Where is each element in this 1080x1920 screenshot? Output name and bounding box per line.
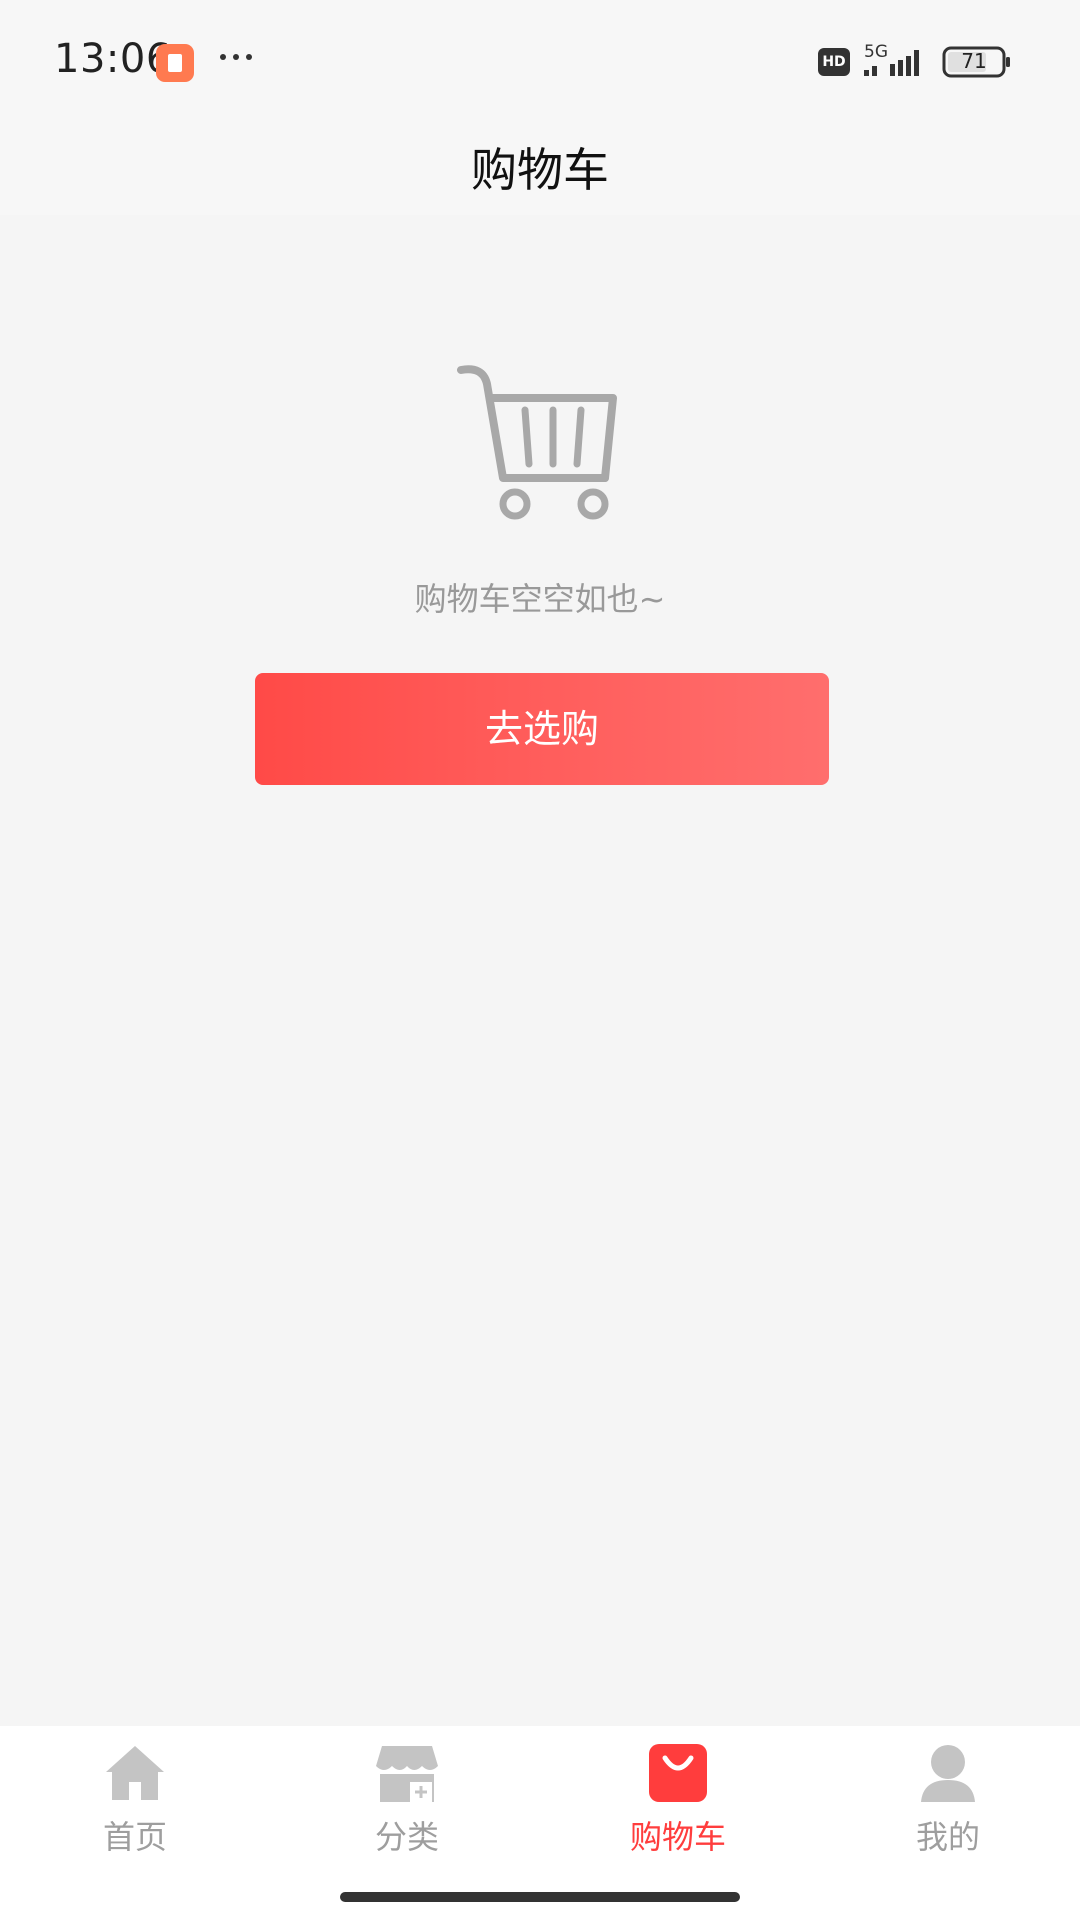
nav-item-profile[interactable]: 我的 [848,1742,1048,1892]
shopping-bag-icon [649,1744,707,1802]
nav-label-profile: 我的 [915,1818,980,1856]
status-bar: 13:06 HD 5G 71 [0,0,1080,120]
nav-item-home[interactable]: 首页 [35,1742,235,1892]
page-title: 购物车 [471,143,609,197]
header: 购物车 [0,120,1080,215]
screen: 13:06 HD 5G 71 购物车 购物车空空如也~ 去选购 首页 分类 购物… [0,0,1080,1920]
battery-level: 71 [961,49,987,73]
nav-item-category[interactable]: 分类 [307,1742,507,1892]
home-indicator[interactable] [340,1892,740,1902]
nav-item-cart[interactable]: 购物车 [578,1742,778,1892]
more-dots-icon [220,50,260,64]
bottom-nav: 首页 分类 购物车 我的 [0,1726,1080,1920]
network-label: 5G [864,42,888,62]
nav-label-home: 首页 [102,1818,167,1856]
hd-icon: HD [818,48,850,76]
category-store-icon [376,1746,438,1802]
nav-label-cart: 购物车 [629,1818,726,1856]
app-notification-icon [156,44,194,82]
empty-cart-message: 购物车空空如也~ [414,580,666,618]
status-time: 13:06 [54,36,172,82]
nav-label-category: 分类 [374,1818,439,1856]
go-shopping-button[interactable]: 去选购 [255,673,829,785]
user-profile-icon [921,1745,975,1802]
empty-cart-icon [457,365,617,520]
home-icon [106,1746,164,1800]
